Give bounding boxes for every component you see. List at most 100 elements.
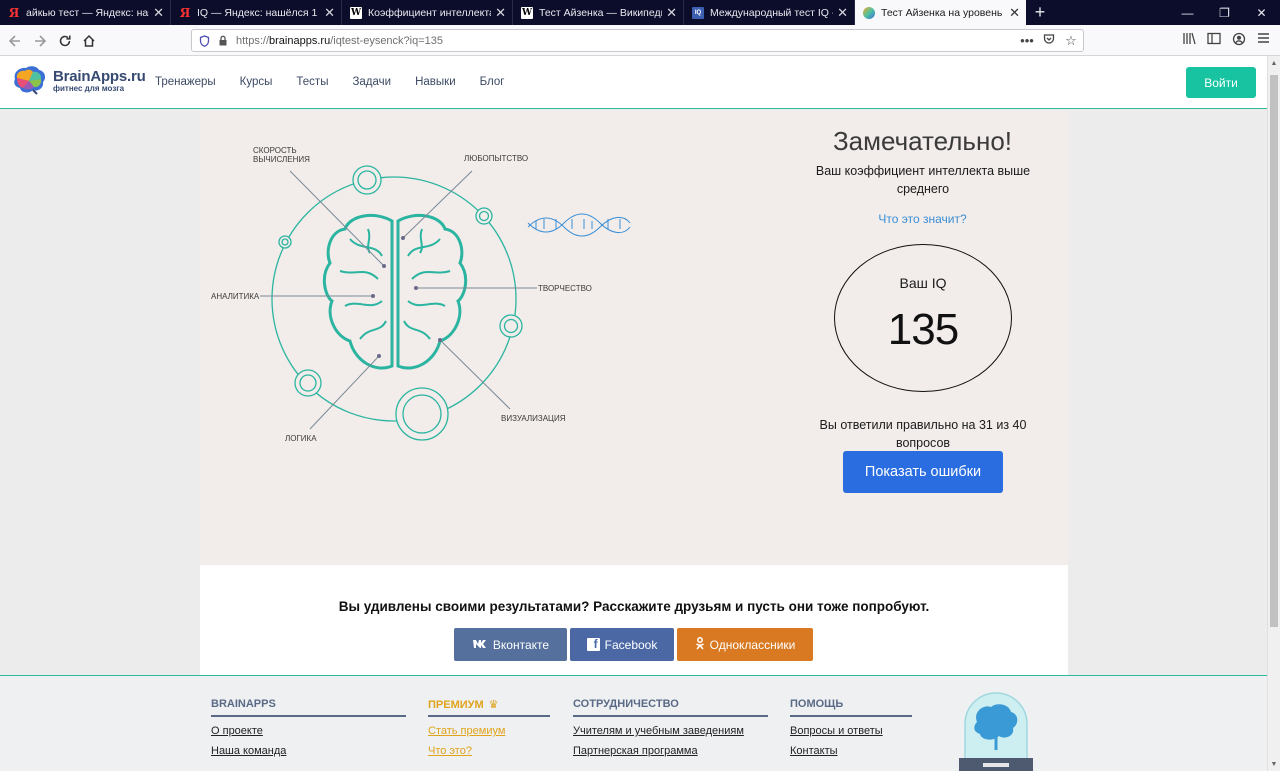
footer-link-contacts[interactable]: Контакты <box>790 745 912 757</box>
new-tab-button[interactable]: + <box>1026 0 1054 25</box>
brain-capsule-illustration <box>959 692 1033 771</box>
browser-tab-1[interactable]: Я айкью тест — Яндекс: нашлос ✕ <box>0 0 171 25</box>
home-icon[interactable] <box>78 30 100 52</box>
browser-tab-3[interactable]: W Коэффициент интеллекта — В ✕ <box>342 0 513 25</box>
share-title: Вы удивлены своими результатами? Расскаж… <box>338 599 930 614</box>
illustration-label-speed-1: СКОРОСТЬ <box>253 146 297 155</box>
close-icon[interactable]: ✕ <box>153 5 164 21</box>
close-icon[interactable]: ✕ <box>837 5 848 21</box>
share-ok-label: Одноклассники <box>709 637 796 652</box>
brand-tagline: фитнес для мозга <box>53 84 125 93</box>
crown-icon: ♛ <box>488 699 499 711</box>
brain-illustration: СКОРОСТЬ ВЫЧИСЛЕНИЯ ЛЮБОПЫТСТВО АНАЛИТИК… <box>211 146 631 443</box>
footer-link-faq[interactable]: Вопросы и ответы <box>790 725 912 737</box>
tab-label: Международный тест IQ - Пр <box>710 6 833 19</box>
lock-icon[interactable] <box>218 35 228 46</box>
yandex-icon: Я <box>179 5 191 20</box>
menu-item-trainers[interactable]: Тренажеры <box>155 76 216 88</box>
restore-icon[interactable]: ❐ <box>1206 0 1243 25</box>
what-does-it-mean-link[interactable]: Что это значит? <box>840 212 1005 226</box>
illustration-label-speed-2: ВЫЧИСЛЕНИЯ <box>253 155 310 164</box>
brain-logo-icon[interactable] <box>11 65 47 95</box>
account-icon[interactable] <box>1232 32 1246 49</box>
tab-label: IQ — Яндекс: нашёлся 1 млн р <box>197 6 320 19</box>
illustration-label-visualization: ВИЗУАЛИЗАЦИЯ <box>501 414 566 423</box>
menu-item-blog[interactable]: Блог <box>480 76 505 88</box>
result-subtitle: Ваш коэффициент интеллекта выше среднего <box>815 164 1031 196</box>
browser-tab-4[interactable]: W Тест Айзенка — Википедия ✕ <box>513 0 684 25</box>
scroll-down-icon[interactable]: ▼ <box>1268 757 1280 771</box>
close-icon[interactable]: ✕ <box>495 5 506 21</box>
wikipedia-icon: W <box>521 6 533 19</box>
scroll-up-icon[interactable]: ▲ <box>1268 56 1280 70</box>
browser-tab-5[interactable]: IQ Международный тест IQ - Пр ✕ <box>684 0 855 25</box>
footer-heading: ПОМОЩЬ <box>790 698 912 717</box>
iq-label: Ваш IQ <box>899 275 947 291</box>
sidebar-icon[interactable] <box>1207 32 1221 49</box>
close-icon[interactable]: ✕ <box>666 5 677 21</box>
url-path: /iqtest-eysenck?iq=135 <box>330 34 444 47</box>
wikipedia-icon: W <box>350 6 362 19</box>
page-scrollbar[interactable]: ▲ ▼ <box>1267 56 1280 771</box>
illustration-label-logic: ЛОГИКА <box>285 434 317 443</box>
close-icon[interactable]: ✕ <box>324 5 335 21</box>
url-prefix: https:// <box>236 34 270 47</box>
iq-site-icon: IQ <box>692 6 704 19</box>
close-window-icon[interactable]: ✕ <box>1243 0 1280 25</box>
library-icon[interactable] <box>1182 32 1196 49</box>
browser-toolbar: https://brainapps.ru/iqtest-eysenck?iq=1… <box>0 25 1280 56</box>
footer-column-cooperation: СОТРУДНИЧЕСТВО Учителям и учебным заведе… <box>573 698 768 757</box>
footer-link-what-is-it[interactable]: Что это? <box>428 745 550 757</box>
menu-item-tests[interactable]: Тесты <box>296 76 328 88</box>
footer-link-teachers[interactable]: Учителям и учебным заведениям <box>573 725 768 737</box>
login-button[interactable]: Войти <box>1186 67 1256 98</box>
address-bar[interactable]: https://brainapps.ru/iqtest-eysenck?iq=1… <box>191 29 1084 52</box>
share-vk-label: Вконтакте <box>492 637 550 652</box>
browser-tab-active[interactable]: Тест Айзенка на уровень IQ: п ✕ <box>855 0 1026 25</box>
footer-column-brainapps: BRAINAPPS О проекте Наша команда <box>211 698 406 757</box>
odnoklassniki-icon <box>695 636 705 653</box>
tab-label: айкью тест — Яндекс: нашлос <box>26 6 149 19</box>
reload-icon[interactable] <box>54 30 76 52</box>
pocket-icon[interactable] <box>1041 33 1057 49</box>
illustration-label-analytics: АНАЛИТИКА <box>211 292 260 301</box>
url-actions: ••• ☆ <box>1019 33 1079 49</box>
main-menu: Тренажеры Курсы Тесты Задачи Навыки Блог <box>155 76 504 88</box>
menu-icon[interactable] <box>1257 32 1270 49</box>
illustration-label-curiosity: ЛЮБОПЫТСТВО <box>464 154 528 163</box>
close-icon[interactable]: ✕ <box>1009 5 1020 21</box>
web-page: BrainApps.ru фитнес для мозга Тренажеры … <box>0 56 1267 771</box>
share-ok-button[interactable]: Одноклассники <box>677 628 813 661</box>
vk-icon <box>472 638 488 652</box>
brand-name[interactable]: BrainApps.ru <box>53 68 146 85</box>
minimize-icon[interactable]: — <box>1169 0 1206 25</box>
window-controls: — ❐ ✕ <box>1169 0 1280 25</box>
menu-item-courses[interactable]: Курсы <box>240 76 273 88</box>
tab-label: Коэффициент интеллекта — В <box>368 6 492 19</box>
footer-link-team[interactable]: Наша команда <box>211 745 406 757</box>
url-host: brainapps.ru <box>269 34 331 47</box>
page-actions-icon[interactable]: ••• <box>1019 33 1035 49</box>
share-facebook-button[interactable]: f Facebook <box>570 628 674 661</box>
back-icon[interactable] <box>4 30 26 52</box>
footer-heading: СОТРУДНИЧЕСТВО <box>573 698 768 717</box>
footer-link-about[interactable]: О проекте <box>211 725 406 737</box>
footer-column-help: ПОМОЩЬ Вопросы и ответы Контакты <box>790 698 912 757</box>
footer-column-premium: ПРЕМИУМ ♛ Стать премиум Что это? <box>428 698 550 757</box>
scrollbar-thumb[interactable] <box>1270 75 1278 627</box>
bookmark-star-icon[interactable]: ☆ <box>1063 33 1079 49</box>
tracking-shield-icon[interactable] <box>198 34 210 47</box>
browser-tab-strip: Я айкью тест — Яндекс: нашлос ✕ Я IQ — Я… <box>0 0 1280 25</box>
iq-value: 135 <box>887 305 959 354</box>
site-header: BrainApps.ru фитнес для мозга Тренажеры … <box>0 56 1267 109</box>
footer-link-become-premium[interactable]: Стать премиум <box>428 725 550 737</box>
menu-item-skills[interactable]: Навыки <box>415 76 456 88</box>
show-errors-button[interactable]: Показать ошибки <box>843 451 1003 493</box>
share-vk-button[interactable]: Вконтакте <box>454 628 567 661</box>
forward-icon[interactable] <box>29 30 51 52</box>
browser-tab-2[interactable]: Я IQ — Яндекс: нашёлся 1 млн р ✕ <box>171 0 342 25</box>
tab-label: Тест Айзенка на уровень IQ: п <box>881 6 1005 19</box>
answers-summary: Вы ответили правильно на 31 из 40 вопрос… <box>819 418 1027 450</box>
footer-link-partners[interactable]: Партнерская программа <box>573 745 768 757</box>
menu-item-tasks[interactable]: Задачи <box>352 76 391 88</box>
